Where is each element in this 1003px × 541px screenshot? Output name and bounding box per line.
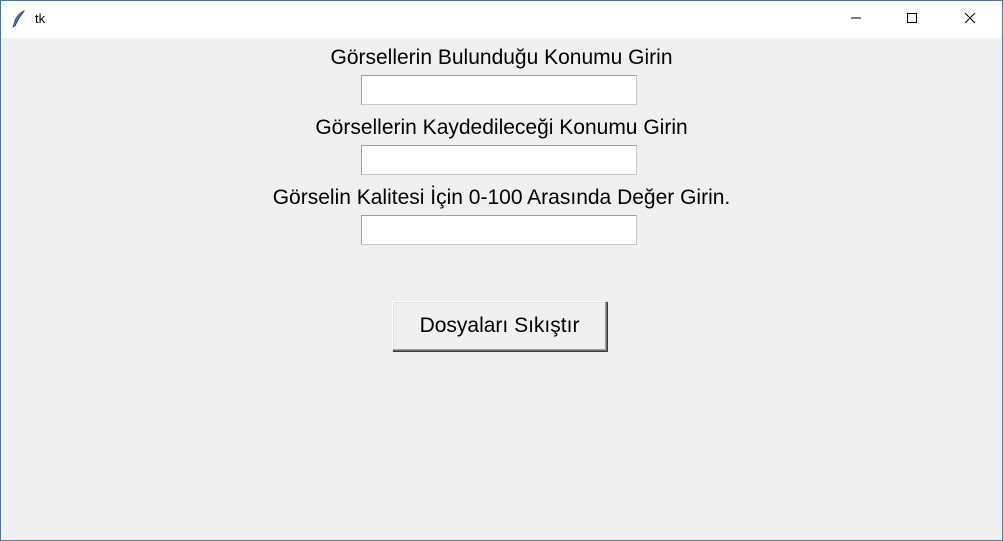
compress-files-button[interactable]: Dosyaları Sıkıştır (392, 301, 607, 351)
client-area: Görsellerin Bulunduğu Konumu Girin Görse… (1, 38, 1002, 540)
maximize-button[interactable] (883, 1, 941, 38)
close-icon (964, 11, 976, 29)
minimize-icon (850, 11, 862, 29)
source-path-input[interactable] (361, 75, 637, 105)
window-title: tk (35, 11, 46, 26)
source-path-label: Görsellerin Bulunduğu Konumu Girin (330, 46, 673, 69)
app-window: tk Görsellerin Bulunduğu Konumu Girin Gö… (0, 0, 1003, 541)
title-bar[interactable]: tk (1, 1, 1002, 38)
maximize-icon (906, 11, 918, 29)
minimize-button[interactable] (827, 1, 885, 38)
quality-label: Görselin Kalitesi İçin 0-100 Arasında De… (272, 186, 731, 209)
quality-input[interactable] (361, 215, 637, 245)
close-button[interactable] (941, 1, 999, 38)
target-path-label: Görsellerin Kaydedileceği Konumu Girin (315, 116, 688, 139)
feather-icon (11, 10, 27, 28)
target-path-input[interactable] (361, 145, 637, 175)
